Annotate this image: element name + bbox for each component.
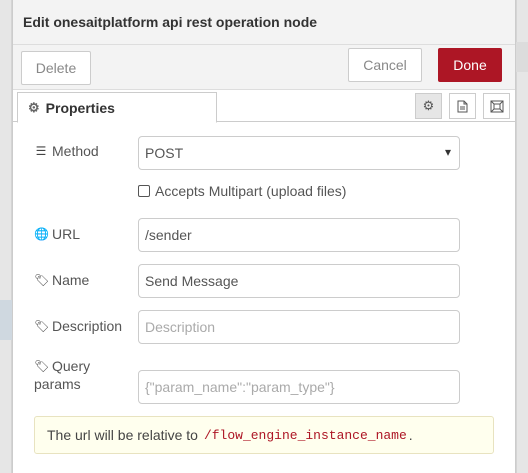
globe-icon: 🌐 xyxy=(34,227,49,241)
node-description-button[interactable] xyxy=(449,93,476,119)
url-input[interactable]: /sender xyxy=(138,218,460,252)
node-appearance-button[interactable] xyxy=(483,93,510,119)
multipart-label: Accepts Multipart (upload files) xyxy=(155,183,347,199)
query-params-label: 🏷 Query params xyxy=(34,358,91,392)
done-button[interactable]: Done xyxy=(438,48,502,82)
node-settings-button[interactable]: ⚙ xyxy=(415,93,442,119)
gear-icon: ⚙ xyxy=(28,99,40,115)
list-icon: ☰ xyxy=(35,144,47,158)
tip-suffix: . xyxy=(408,427,413,443)
background-panel-fragment xyxy=(516,42,528,72)
tray-toolbar: Delete Cancel Done xyxy=(13,45,515,90)
name-label: 🏷 Name xyxy=(34,272,90,288)
tab-properties-label: Properties xyxy=(45,99,115,116)
tag-icon: 🏷 xyxy=(34,359,50,373)
url-tip: The url will be relative to /flow_engine… xyxy=(34,416,494,454)
delete-button[interactable]: Delete xyxy=(21,51,91,85)
tag-icon: 🏷 xyxy=(34,273,50,287)
document-icon xyxy=(457,100,468,112)
description-label: 🏷 Description xyxy=(34,318,123,334)
background-node-fragment xyxy=(0,300,12,340)
url-label: 🌐 URL xyxy=(34,226,81,242)
method-select[interactable]: POST ▾ xyxy=(138,136,460,170)
method-label: ☰ Method xyxy=(35,143,99,159)
appearance-icon xyxy=(490,100,503,112)
tip-text: The url will be relative to xyxy=(47,427,198,443)
background-canvas-left xyxy=(0,0,12,473)
tab-properties[interactable]: ⚙ Properties xyxy=(17,92,217,123)
multipart-checkbox[interactable] xyxy=(138,185,150,197)
tip-path: /flow_engine_instance_name xyxy=(203,427,407,443)
tag-icon: 🏷 xyxy=(34,319,50,333)
query-params-input[interactable]: {"param_name":"param_type"} xyxy=(138,370,460,404)
chevron-down-icon: ▾ xyxy=(444,145,451,159)
tray-header: Edit onesaitplatform api rest operation … xyxy=(13,0,515,45)
gear-icon: ⚙ xyxy=(422,98,435,113)
tabs-row: ⚙ Properties ⚙ xyxy=(13,90,515,123)
name-input[interactable]: Send Message xyxy=(138,264,460,298)
tray-title: Edit onesaitplatform api rest operation … xyxy=(23,14,318,30)
cancel-button[interactable]: Cancel xyxy=(348,48,422,82)
description-input[interactable]: Description xyxy=(138,310,460,344)
multipart-checkbox-row[interactable]: Accepts Multipart (upload files) xyxy=(138,183,346,199)
